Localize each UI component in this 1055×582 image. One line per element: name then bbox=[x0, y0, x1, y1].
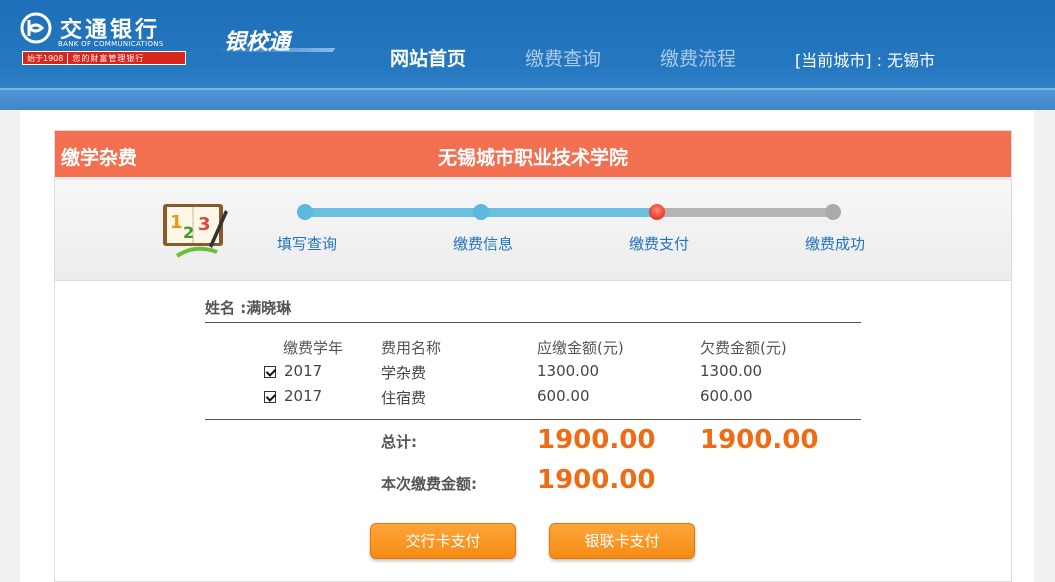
payment-panel: 无锡城市职业技术学院 缴学杂费 1 2 3 填写查询 缴费信息 缴费支付 缴费成… bbox=[54, 130, 1012, 582]
svg-text:1: 1 bbox=[170, 212, 183, 233]
fee-row-2-year: 2017 bbox=[284, 387, 323, 405]
fee-row-2-checkbox[interactable] bbox=[264, 391, 276, 403]
step-label-2: 缴费信息 bbox=[453, 235, 514, 253]
bocom-logo-icon bbox=[20, 12, 52, 44]
col-header-year: 缴费学年 bbox=[283, 339, 344, 357]
total-due-amount: 1900.00 bbox=[537, 425, 656, 455]
total-label: 总计: bbox=[381, 433, 417, 451]
fee-row-2-item: 住宿费 bbox=[381, 389, 427, 407]
section-title: 缴学杂费 bbox=[61, 147, 138, 169]
unionpay-card-pay-button[interactable]: 银联卡支付 bbox=[549, 523, 695, 559]
pay-now-amount: 1900.00 bbox=[537, 465, 656, 495]
progress-steps: 1 2 3 填写查询 缴费信息 缴费支付 缴费成功 bbox=[55, 177, 1011, 281]
nav-payment-flow[interactable]: 缴费流程 bbox=[660, 44, 736, 70]
bank-slogan-bar: 始于1908 您的财富管理银行 bbox=[22, 51, 186, 65]
totals-divider bbox=[205, 419, 861, 420]
bank-since: 始于1908 bbox=[23, 52, 69, 64]
col-header-owed: 欠费金额(元) bbox=[700, 339, 787, 357]
col-header-due: 应缴金额(元) bbox=[537, 339, 624, 357]
nav-payment-query[interactable]: 缴费查询 bbox=[525, 44, 601, 70]
book-123-pencil-icon: 1 2 3 bbox=[163, 204, 228, 258]
current-city[interactable]: [当前城市] : 无锡市 bbox=[795, 47, 935, 71]
step-label-4: 缴费成功 bbox=[805, 235, 866, 253]
page-content: 无锡城市职业技术学院 缴学杂费 1 2 3 填写查询 缴费信息 缴费支付 缴费成… bbox=[20, 110, 1034, 582]
payer-name-row: 姓名 :满晓琳 bbox=[205, 297, 861, 323]
payer-name-value: 满晓琳 bbox=[246, 299, 292, 317]
fee-row-1-checkbox[interactable] bbox=[264, 366, 276, 378]
total-owed-amount: 1900.00 bbox=[700, 425, 819, 455]
step-label-3: 缴费支付 bbox=[629, 235, 690, 253]
step-dot-1 bbox=[297, 204, 313, 220]
header-stripe-line bbox=[0, 88, 1055, 90]
fee-row-1-owed: 1300.00 bbox=[700, 362, 763, 380]
svg-text:3: 3 bbox=[198, 214, 211, 235]
current-city-value: 无锡市 bbox=[887, 51, 936, 70]
col-header-item: 费用名称 bbox=[381, 339, 442, 357]
school-name: 无锡城市职业技术学院 bbox=[437, 147, 628, 169]
pay-now-label: 本次缴费金额: bbox=[381, 475, 477, 493]
bank-slogan: 您的财富管理银行 bbox=[72, 53, 145, 63]
product-logo: 银校通 bbox=[212, 18, 336, 58]
bank-name-en: BANK OF COMMUNICATIONS bbox=[58, 40, 164, 48]
fee-row-1-year: 2017 bbox=[284, 362, 323, 380]
bocom-card-pay-button[interactable]: 交行卡支付 bbox=[370, 523, 516, 559]
header-stripe bbox=[0, 88, 1055, 110]
fee-row-2-due: 600.00 bbox=[537, 387, 590, 405]
site-header: 交通银行 BANK OF COMMUNICATIONS 始于1908 您的财富管… bbox=[0, 0, 1055, 110]
product-name: 银校通 bbox=[224, 30, 291, 55]
payment-details: 姓名 :满晓琳 缴费学年 费用名称 应缴金额(元) 欠费金额(元) 2017 学… bbox=[55, 281, 1011, 581]
fee-row-1-due: 1300.00 bbox=[537, 362, 600, 380]
step-dot-3-current bbox=[649, 204, 665, 220]
current-city-label: [当前城市] : bbox=[795, 51, 882, 70]
step-dot-2 bbox=[473, 204, 489, 220]
svg-text:2: 2 bbox=[183, 223, 194, 242]
panel-titlebar: 无锡城市职业技术学院 缴学杂费 bbox=[55, 131, 1011, 177]
fee-row-1-item: 学杂费 bbox=[381, 364, 427, 382]
payer-name-label: 姓名 : bbox=[205, 299, 247, 317]
fee-row-2-owed: 600.00 bbox=[700, 387, 753, 405]
step-dot-4 bbox=[825, 204, 841, 220]
nav-home[interactable]: 网站首页 bbox=[390, 44, 466, 70]
bank-logo[interactable]: 交通银行 BANK OF COMMUNICATIONS 始于1908 您的财富管… bbox=[18, 10, 188, 68]
progress-track-pending bbox=[657, 208, 833, 217]
step-label-1: 填写查询 bbox=[277, 235, 338, 253]
